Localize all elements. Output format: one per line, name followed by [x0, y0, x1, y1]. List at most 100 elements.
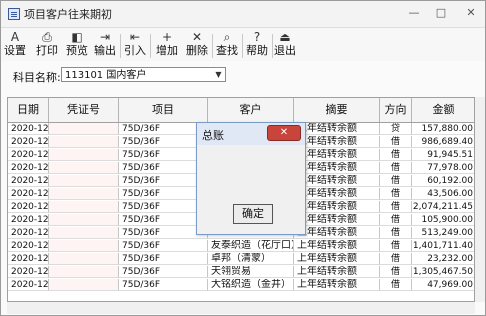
cell-voucher[interactable] — [49, 240, 119, 252]
cell-direction[interactable]: 借 — [380, 149, 412, 161]
cell-project[interactable]: 75D/36F — [119, 123, 208, 135]
cell-date[interactable]: 2020-12-31 — [8, 149, 49, 161]
cell-voucher[interactable] — [49, 175, 119, 187]
cell-amount[interactable]: 986,689.40 — [412, 136, 474, 148]
cell-date[interactable]: 2020-12-31 — [8, 201, 49, 213]
horizontal-scrollbar[interactable] — [7, 302, 475, 314]
minimize-button[interactable]: — — [404, 5, 424, 21]
cell-direction[interactable]: 借 — [380, 266, 412, 278]
cell-amount[interactable]: 105,900.00 — [412, 214, 474, 226]
column-header-amount[interactable]: 金额 — [412, 98, 474, 122]
cell-project[interactable]: 75D/36F — [119, 253, 208, 265]
cell-summary[interactable]: 上年结转余额 — [294, 188, 380, 200]
cell-date[interactable]: 2020-12-31 — [8, 162, 49, 174]
column-header-summary[interactable]: 摘要 — [294, 98, 380, 122]
cell-date[interactable]: 2020-12-31 — [8, 266, 49, 278]
delete-button[interactable]: ✕ 删除 — [185, 30, 209, 60]
table-row[interactable]: 2020-12-31 75D/36F天翎贸易上年结转余额借1,305,467.50 — [8, 266, 474, 278]
cell-project[interactable]: 75D/36F — [119, 162, 208, 174]
cell-customer[interactable]: 大铭织造（金井） — [208, 279, 294, 291]
cell-project[interactable]: 75D/36F — [119, 188, 208, 200]
cell-direction[interactable]: 借 — [380, 136, 412, 148]
table-row[interactable]: 2020-12-31 75D/36F大铭织造（金井）上年结转余额借47,969.0… — [8, 279, 474, 291]
print-button[interactable]: ⎙ 打印 — [35, 30, 59, 60]
cell-project[interactable]: 75D/36F — [119, 240, 208, 252]
cell-amount[interactable]: 513,249.00 — [412, 227, 474, 239]
cell-summary[interactable]: 上年结转余额 — [294, 240, 380, 252]
cell-date[interactable]: 2020-12-31 — [8, 123, 49, 135]
cell-amount[interactable]: 91,945.51 — [412, 149, 474, 161]
help-button[interactable]: ? 帮助 — [245, 30, 269, 60]
cell-amount[interactable]: 77,978.00 — [412, 162, 474, 174]
column-header-customer[interactable]: 客户 — [208, 98, 294, 122]
column-header-project[interactable]: 项目 — [119, 98, 208, 122]
cell-summary[interactable]: 上年结转余额 — [294, 136, 380, 148]
cell-amount[interactable]: 1,305,467.50 — [412, 266, 474, 278]
vertical-scrollbar[interactable] — [475, 97, 485, 302]
column-header-direction[interactable]: 方向 — [380, 98, 412, 122]
cell-voucher[interactable] — [49, 149, 119, 161]
cell-direction[interactable]: 借 — [380, 188, 412, 200]
cell-project[interactable]: 75D/36F — [119, 149, 208, 161]
cell-summary[interactable]: 上年结转余额 — [294, 266, 380, 278]
cell-direction[interactable]: 借 — [380, 253, 412, 265]
ok-button[interactable]: 确定 — [233, 204, 273, 224]
cell-voucher[interactable] — [49, 188, 119, 200]
cell-project[interactable]: 75D/36F — [119, 136, 208, 148]
maximize-button[interactable]: □ — [431, 5, 451, 21]
cell-direction[interactable]: 贷 — [380, 123, 412, 135]
cell-voucher[interactable] — [49, 227, 119, 239]
cell-direction[interactable]: 借 — [380, 214, 412, 226]
cell-project[interactable]: 75D/36F — [119, 227, 208, 239]
cell-summary[interactable]: 上年结转余额 — [294, 201, 380, 213]
cell-voucher[interactable] — [49, 214, 119, 226]
cell-project[interactable]: 75D/36F — [119, 266, 208, 278]
cell-date[interactable]: 2020-12-31 — [8, 227, 49, 239]
table-row[interactable]: 2020-12-31 75D/36F友泰织造（花厅口）上年结转余额借1,401,7… — [8, 240, 474, 252]
cell-voucher[interactable] — [49, 253, 119, 265]
column-header-voucher[interactable]: 凭证号 — [49, 98, 119, 122]
cell-customer[interactable]: 天翎贸易 — [208, 266, 294, 278]
cell-summary[interactable]: 上年结转余额 — [294, 214, 380, 226]
cell-summary[interactable]: 上年结转余额 — [294, 279, 380, 291]
cell-summary[interactable]: 上年结转余额 — [294, 123, 380, 135]
cell-summary[interactable]: 上年结转余额 — [294, 227, 380, 239]
chevron-down-icon[interactable]: ▼ — [213, 69, 224, 80]
setup-button[interactable]: A 设置 — [3, 30, 27, 60]
cell-voucher[interactable] — [49, 162, 119, 174]
cell-project[interactable]: 75D/36F — [119, 214, 208, 226]
cell-customer[interactable]: 友泰织造（花厅口） — [208, 240, 294, 252]
cell-project[interactable]: 75D/36F — [119, 279, 208, 291]
cell-direction[interactable]: 借 — [380, 279, 412, 291]
cell-voucher[interactable] — [49, 201, 119, 213]
close-window-button[interactable]: ✕ — [460, 5, 482, 21]
cell-project[interactable]: 75D/36F — [119, 201, 208, 213]
cell-amount[interactable]: 43,506.00 — [412, 188, 474, 200]
cell-direction[interactable]: 借 — [380, 240, 412, 252]
cell-amount[interactable]: 1,401,711.40 — [412, 240, 474, 252]
cell-amount[interactable]: 2,074,211.45 — [412, 201, 474, 213]
find-button[interactable]: ⌕ 查找 — [215, 30, 239, 60]
cell-date[interactable]: 2020-12-31 — [8, 240, 49, 252]
cell-direction[interactable]: 借 — [380, 162, 412, 174]
export-button[interactable]: ⇥ 输出 — [93, 30, 117, 60]
cell-amount[interactable]: 157,880.00 — [412, 123, 474, 135]
subject-dropdown[interactable]: 113101 国内客户 ▼ — [61, 67, 226, 82]
cell-amount[interactable]: 47,969.00 — [412, 279, 474, 291]
preview-button[interactable]: ◧ 预览 — [65, 30, 89, 60]
dialog-close-button[interactable]: ✕ — [267, 125, 301, 141]
cell-date[interactable]: 2020-12-31 — [8, 188, 49, 200]
cell-amount[interactable]: 60,192.00 — [412, 175, 474, 187]
cell-summary[interactable]: 上年结转余额 — [294, 253, 380, 265]
cell-amount[interactable]: 23,232.00 — [412, 253, 474, 265]
cell-project[interactable]: 75D/36F — [119, 175, 208, 187]
cell-voucher[interactable] — [49, 136, 119, 148]
cell-voucher[interactable] — [49, 123, 119, 135]
cell-direction[interactable]: 借 — [380, 227, 412, 239]
cell-summary[interactable]: 上年结转余额 — [294, 149, 380, 161]
cell-date[interactable]: 2020-12-31 — [8, 253, 49, 265]
cell-customer[interactable]: 卓邦（清蒙） — [208, 253, 294, 265]
cell-voucher[interactable] — [49, 279, 119, 291]
table-row[interactable]: 2020-12-31 75D/36F卓邦（清蒙）上年结转余额借23,232.00 — [8, 253, 474, 265]
column-header-date[interactable]: 日期 — [8, 98, 49, 122]
